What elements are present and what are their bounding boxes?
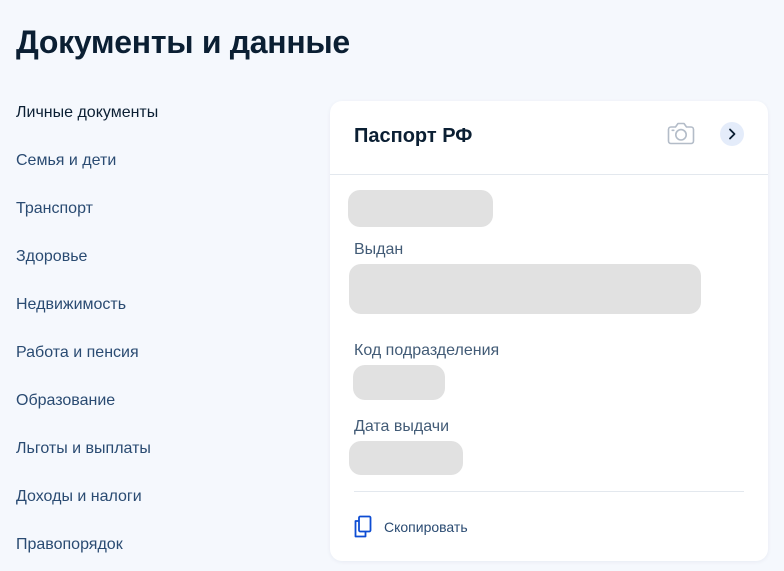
sidebar-nav: Личные документы Семья и дети Транспорт …: [16, 98, 286, 571]
open-passport-button[interactable]: [720, 122, 744, 146]
sidebar-item-health[interactable]: Здоровье: [16, 242, 286, 290]
passport-card-title: Паспорт РФ: [354, 125, 473, 147]
sidebar-item-law-order[interactable]: Правопорядок: [16, 530, 286, 571]
division-code-placeholder: [353, 365, 445, 400]
passport-number-placeholder: [348, 190, 493, 227]
sidebar-item-benefits-payments[interactable]: Льготы и выплаты: [16, 434, 286, 482]
sidebar-item-work-pension[interactable]: Работа и пенсия: [16, 338, 286, 386]
sidebar-item-personal-documents[interactable]: Личные документы: [16, 98, 286, 146]
documents-page: Документы и данные Личные документы Семь…: [0, 0, 784, 571]
issued-by-label: Выдан: [354, 241, 404, 258]
division-code-label: Код подразделения: [354, 342, 500, 359]
issued-by-placeholder: [349, 264, 701, 314]
sidebar-item-transport[interactable]: Транспорт: [16, 194, 286, 242]
camera-icon: [667, 122, 695, 145]
card-divider: [354, 491, 744, 492]
camera-button[interactable]: [666, 119, 696, 147]
passport-card: Паспорт РФ Выдан Код подразделения Дата …: [330, 101, 768, 561]
issue-date-placeholder: [349, 441, 463, 475]
chevron-right-icon: [729, 128, 736, 140]
sidebar-item-education[interactable]: Образование: [16, 386, 286, 434]
copy-button-label: Скопировать: [384, 519, 468, 535]
page-title: Документы и данные: [16, 24, 350, 60]
sidebar-item-income-taxes[interactable]: Доходы и налоги: [16, 482, 286, 530]
sidebar-item-real-estate[interactable]: Недвижимость: [16, 290, 286, 338]
issue-date-label: Дата выдачи: [354, 418, 450, 435]
sidebar-item-family-children[interactable]: Семья и дети: [16, 146, 286, 194]
copy-icon: [354, 515, 372, 538]
passport-card-header: Паспорт РФ: [330, 101, 768, 175]
